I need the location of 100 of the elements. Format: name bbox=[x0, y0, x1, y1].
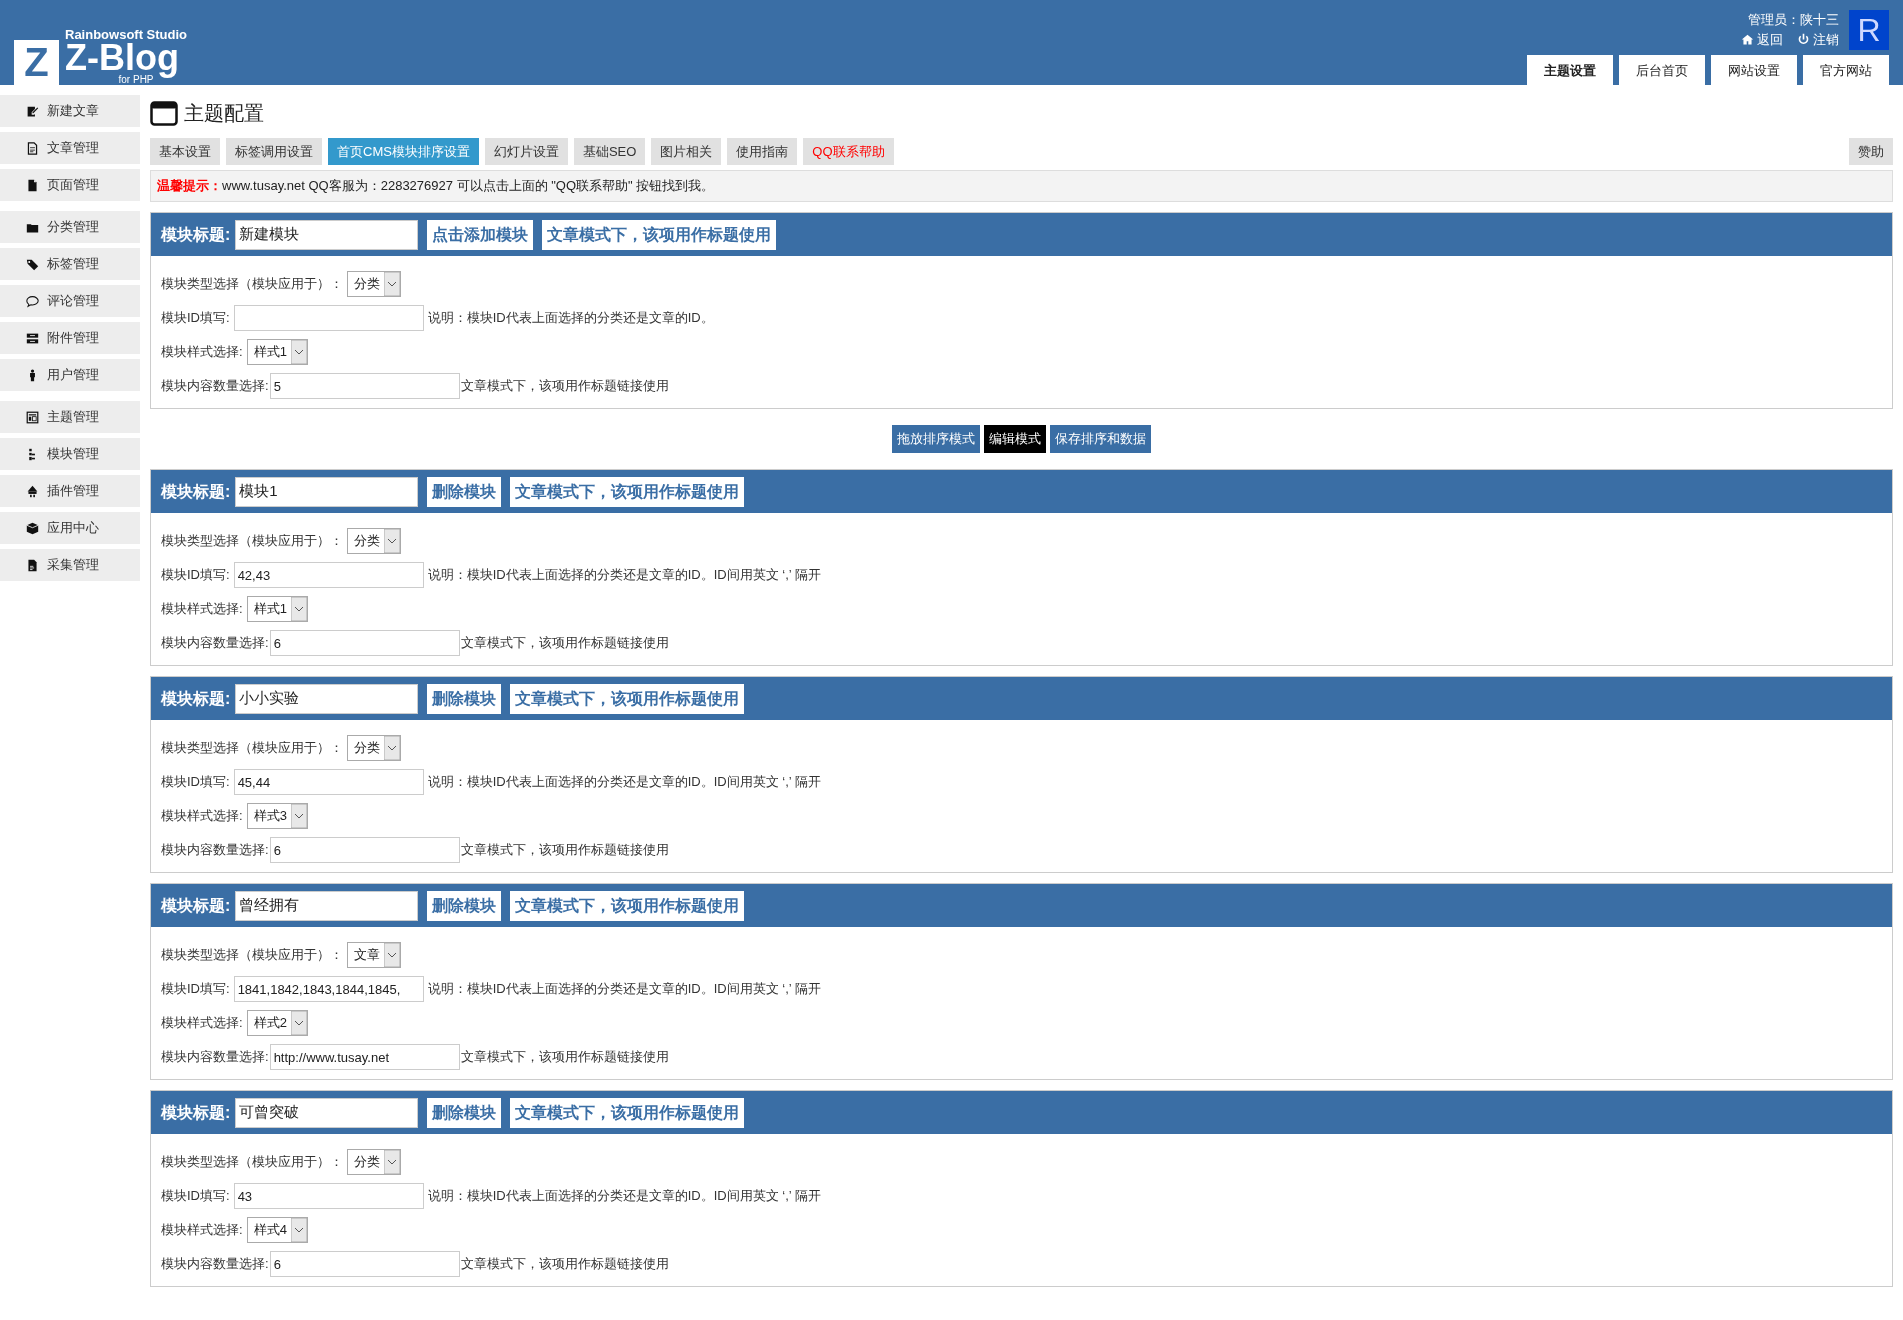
field-note: 文章模式下，该项用作标题链接使用 bbox=[460, 377, 669, 396]
module-id-field[interactable] bbox=[233, 305, 424, 331]
delete-module-button[interactable]: 删除模块 bbox=[427, 1097, 502, 1128]
settings-tab[interactable]: 标签调用设置 bbox=[226, 138, 322, 165]
count-field[interactable]: 6 bbox=[269, 837, 460, 863]
avatar: R bbox=[1849, 10, 1889, 50]
field-label: 模块内容数量选择: bbox=[161, 377, 269, 396]
field-label: 模块ID填写: bbox=[161, 1187, 230, 1206]
module-title-field[interactable]: 新建模块 bbox=[235, 219, 419, 250]
field-label: 模块内容数量选择: bbox=[161, 841, 269, 860]
field-label: 模块内容数量选择: bbox=[161, 1255, 269, 1274]
edit-icon bbox=[26, 104, 39, 118]
delete-module-button[interactable]: 删除模块 bbox=[427, 890, 502, 921]
style-select[interactable]: 样式2 bbox=[246, 1010, 308, 1036]
sidebar-item[interactable]: 采集管理 bbox=[0, 549, 140, 581]
notice-text: www.tusay.net QQ客服为：2283276927 可以点击上面的 "QQ联系帮助" 按钮找到我。 bbox=[222, 177, 715, 196]
settings-tab[interactable]: 图片相关 bbox=[651, 138, 722, 165]
module-id-field[interactable]: 43 bbox=[233, 1183, 424, 1209]
header-tab[interactable]: 后台首页 bbox=[1619, 55, 1705, 85]
field-note: 文章模式下，该项用作标题链接使用 bbox=[460, 1255, 669, 1274]
sidebar-item[interactable]: 插件管理 bbox=[0, 475, 140, 507]
field-label: 模块ID填写: bbox=[161, 309, 230, 328]
sidebar-item[interactable]: 评论管理 bbox=[0, 285, 140, 317]
cube-icon bbox=[26, 521, 39, 535]
header-tab[interactable]: 主题设置 bbox=[1527, 55, 1613, 85]
module-id-field[interactable]: 1841,1842,1843,1844,1845, bbox=[233, 976, 424, 1002]
field-label: 模块类型选择（模块应用于）： bbox=[161, 739, 343, 758]
logo-studio-text: Rainbowsoft Studio bbox=[65, 28, 188, 41]
style-select[interactable]: 样式3 bbox=[246, 803, 308, 829]
mode-note: 文章模式下，该项用作标题使用 bbox=[510, 683, 745, 714]
field-label: 模块类型选择（模块应用于）： bbox=[161, 275, 343, 294]
sponsor-tab[interactable]: 赞助 bbox=[1849, 138, 1893, 165]
module-title-label: 模块标题: bbox=[161, 895, 231, 916]
module-id-field[interactable]: 45,44 bbox=[233, 769, 424, 795]
style-select[interactable]: 样式1 bbox=[246, 596, 308, 622]
tag-icon bbox=[26, 257, 39, 271]
mode-button[interactable]: 保存排序和数据 bbox=[1050, 425, 1151, 453]
type-select[interactable]: 分类 bbox=[347, 1149, 401, 1175]
mode-note: 文章模式下，该项用作标题使用 bbox=[510, 1097, 745, 1128]
settings-tab[interactable]: 基本设置 bbox=[150, 138, 220, 165]
field-label: 模块内容数量选择: bbox=[161, 634, 269, 653]
module-title-field[interactable]: 小小实验 bbox=[235, 683, 419, 714]
sidebar-item[interactable]: 文章管理 bbox=[0, 132, 140, 164]
dropdown-arrow-icon bbox=[384, 272, 400, 296]
style-select[interactable]: 样式4 bbox=[246, 1217, 308, 1243]
sidebar-item[interactable]: 应用中心 bbox=[0, 512, 140, 544]
dropdown-arrow-icon bbox=[384, 736, 400, 760]
field-label: 模块ID填写: bbox=[161, 566, 230, 585]
settings-tab[interactable]: 使用指南 bbox=[727, 138, 798, 165]
dropdown-arrow-icon bbox=[384, 529, 400, 553]
sidebar-item[interactable]: 标签管理 bbox=[0, 248, 140, 280]
comment-icon bbox=[26, 294, 39, 308]
field-label: 模块样式选择: bbox=[161, 600, 243, 619]
field-note: 说明：模块ID代表上面选择的分类还是文章的ID。ID间用英文 ‘,’ 隔开 bbox=[427, 773, 821, 792]
module-title-label: 模块标题: bbox=[161, 1102, 231, 1123]
sidebar-item[interactable]: 附件管理 bbox=[0, 322, 140, 354]
module-title-field[interactable]: 模块1 bbox=[235, 476, 419, 507]
sidebar-item[interactable]: 用户管理 bbox=[0, 359, 140, 391]
settings-tab[interactable]: 基础SEO bbox=[573, 138, 646, 165]
notice-label: 温馨提示： bbox=[157, 177, 222, 196]
type-select[interactable]: 分类 bbox=[347, 528, 401, 554]
header-tab[interactable]: 官方网站 bbox=[1803, 55, 1889, 85]
module-id-field[interactable]: 42,43 bbox=[233, 562, 424, 588]
type-select[interactable]: 文章 bbox=[347, 942, 401, 968]
window-icon bbox=[150, 99, 178, 127]
settings-tab[interactable]: 幻灯片设置 bbox=[484, 138, 568, 165]
mode-note: 文章模式下，该项用作标题使用 bbox=[542, 219, 777, 250]
style-select[interactable]: 样式1 bbox=[246, 339, 308, 365]
logo-mark: Z bbox=[14, 40, 59, 85]
add-module-button[interactable]: 点击添加模块 bbox=[427, 219, 534, 250]
plug-icon bbox=[26, 484, 39, 498]
module-title-label: 模块标题: bbox=[161, 224, 231, 245]
count-field[interactable]: http://www.tusay.net bbox=[269, 1044, 460, 1070]
delete-module-button[interactable]: 删除模块 bbox=[427, 476, 502, 507]
field-label: 模块样式选择: bbox=[161, 807, 243, 826]
header-link[interactable]: 返回 bbox=[1741, 29, 1783, 49]
mode-button[interactable]: 编辑模式 bbox=[984, 425, 1046, 453]
header-link[interactable]: 注销 bbox=[1797, 29, 1839, 49]
header-tab[interactable]: 网站设置 bbox=[1711, 55, 1797, 85]
drawer-icon bbox=[26, 331, 39, 345]
field-label: 模块ID填写: bbox=[161, 980, 230, 999]
count-field[interactable]: 6 bbox=[269, 630, 460, 656]
field-note: 文章模式下，该项用作标题链接使用 bbox=[460, 841, 669, 860]
sidebar-item[interactable]: 分类管理 bbox=[0, 211, 140, 243]
type-select[interactable]: 分类 bbox=[347, 271, 401, 297]
mode-button[interactable]: 拖放排序模式 bbox=[892, 425, 980, 453]
delete-module-button[interactable]: 删除模块 bbox=[427, 683, 502, 714]
sidebar-item[interactable]: 页面管理 bbox=[0, 169, 140, 201]
field-label: 模块类型选择（模块应用于）： bbox=[161, 532, 343, 551]
dropdown-arrow-icon bbox=[290, 1011, 307, 1035]
dropdown-arrow-icon bbox=[290, 340, 307, 364]
module-title-field[interactable]: 可曾突破 bbox=[235, 1097, 419, 1128]
type-select[interactable]: 分类 bbox=[347, 735, 401, 761]
count-field[interactable]: 5 bbox=[269, 373, 460, 399]
count-field[interactable]: 6 bbox=[269, 1251, 460, 1277]
sidebar-item[interactable]: 主题管理 bbox=[0, 401, 140, 433]
module-title-field[interactable]: 曾经拥有 bbox=[235, 890, 419, 921]
sidebar-item[interactable]: 模块管理 bbox=[0, 438, 140, 470]
sidebar-item[interactable]: 新建文章 bbox=[0, 95, 140, 127]
dropdown-arrow-icon bbox=[290, 1218, 307, 1242]
